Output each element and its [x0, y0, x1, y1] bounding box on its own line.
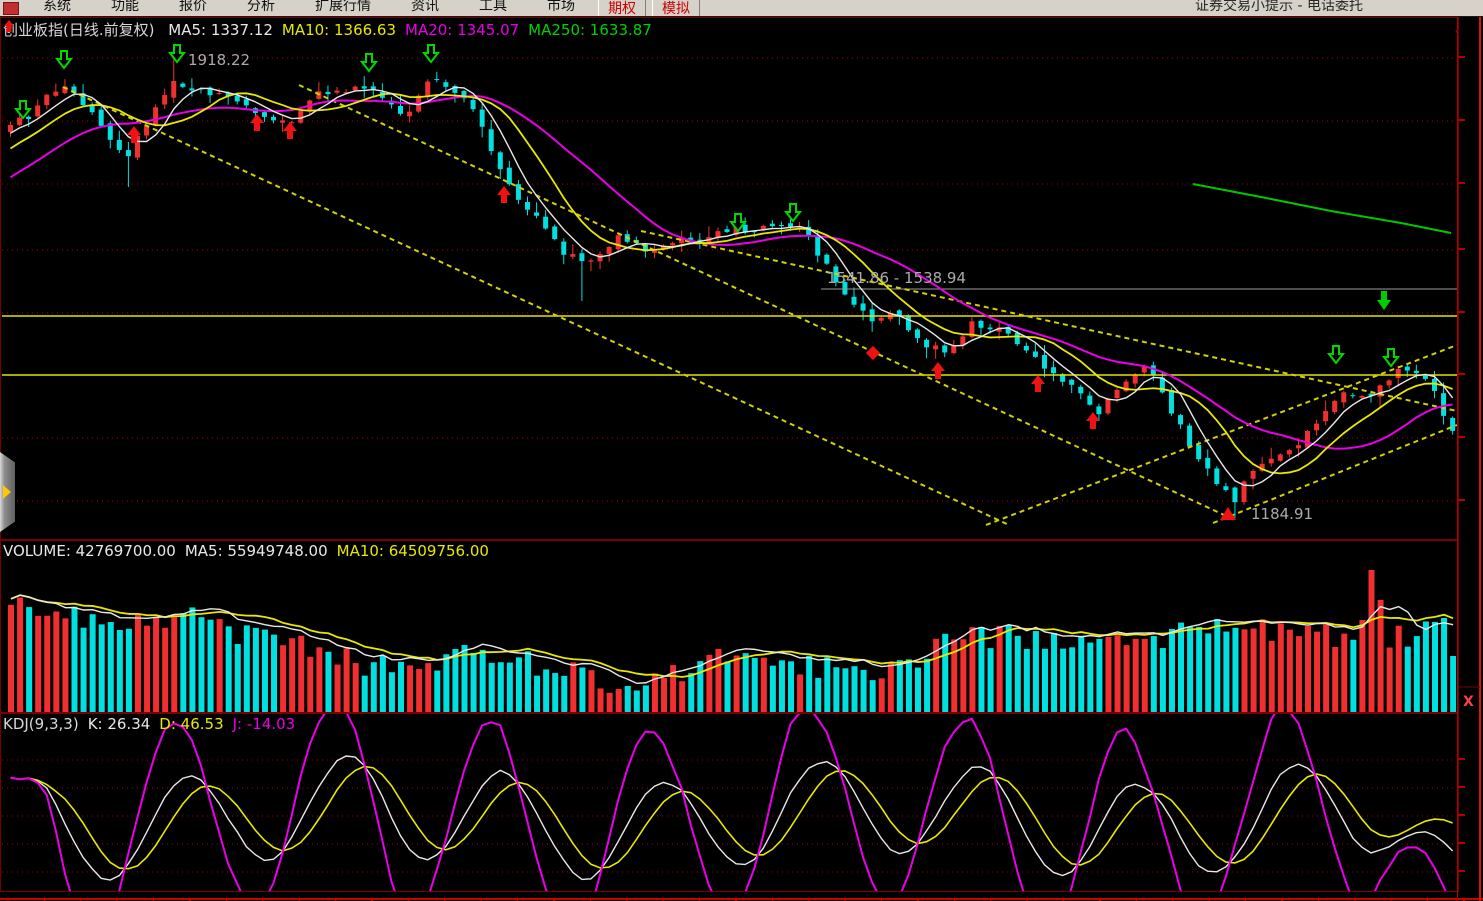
volume-chart [1, 541, 1458, 712]
buy-signal-arrow-icon [1031, 375, 1045, 392]
menu-item-3[interactable]: 报价 [159, 0, 227, 15]
menu-hot-items: 期权模拟 [595, 0, 703, 17]
price-label: 1918.22 [188, 51, 250, 69]
menu-item-4[interactable]: 分析 [227, 0, 295, 15]
price-label: 1184.91 [1251, 505, 1313, 523]
kdj-title-row: KDJ(9,3,3) K: 26.34 D: 46.53 J: -14.03 [3, 715, 313, 733]
volume-pane: VOLUME: 42769700.00 MA5: 55949748.00 MA10:… [0, 540, 1459, 713]
up-arrow-icon [3, 19, 15, 33]
sell-signal-arrow-icon [170, 45, 184, 62]
ma-label-2: MA10: 1366.63 [282, 21, 396, 39]
date-axis[interactable]: 45678910112010 [0, 892, 1483, 901]
volume-value-labels: VOLUME: 42769700.00 MA5: 55949748.00 MA10:… [3, 542, 498, 560]
main-gridlines [2, 58, 1457, 501]
menu-item-5[interactable]: 扩展行情 [295, 0, 391, 15]
buy-signal-arrow-icon [497, 186, 511, 203]
signal-arrows [16, 45, 1398, 520]
menu-row: 系统功能报价分析扩展行情资讯工具市场 期权模拟 证券交易小提示 - 电话委托 [0, 0, 1483, 17]
price-label: 1541.86 - 1538.94 [827, 269, 966, 287]
sell-signal-arrow-icon [1384, 349, 1398, 366]
volume-label-2: MA5: 55949748.00 [185, 542, 328, 560]
red-diamond-marker-icon [866, 346, 880, 360]
buy-signal-arrow-icon [250, 114, 264, 131]
kdj-j-line [11, 714, 1453, 891]
sell-signal-arrow-icon [1329, 346, 1343, 363]
indicator-close-button[interactable]: X [1463, 694, 1474, 710]
buy-signal-arrow-icon [931, 362, 945, 379]
down-marker-arrow-icon [1377, 291, 1391, 310]
menu-hot-item-1[interactable]: 期权 [598, 0, 646, 17]
ma250-line [1193, 184, 1451, 233]
menu-item-2[interactable]: 功能 [91, 0, 159, 15]
kdj-label-2: K: 26.34 [88, 715, 151, 733]
menu-item-7[interactable]: 工具 [459, 0, 527, 15]
main-title-row: 创业板指(日线.前复权) MA5: 1337.12MA10: 1366.63MA… [3, 19, 670, 40]
ma-label-1: MA5: 1337.12 [168, 21, 273, 39]
ma10-line [11, 93, 1453, 473]
kdj-chart [1, 714, 1458, 891]
buy-signal-arrow-icon [1086, 412, 1100, 429]
sell-signal-arrow-icon [786, 204, 800, 221]
sidebar-expand-tab[interactable] [0, 452, 15, 532]
expand-arrow-icon [3, 485, 11, 499]
kdj-value-labels: KDJ(9,3,3) K: 26.34 D: 46.53 J: -14.03 [3, 715, 304, 733]
price-axis-strip [1458, 17, 1480, 892]
chart-title: 创业板指(日线.前复权) [3, 21, 154, 39]
corner-icons-svg [1450, 25, 1459, 43]
kdj-pane: KDJ(9,3,3) K: 26.34 D: 46.53 J: -14.03 [0, 713, 1459, 892]
kdj-label-1: KDJ(9,3,3) [3, 715, 79, 733]
menubar-right-text: 证券交易小提示 - 电话委托 [1195, 0, 1363, 15]
volume-title-row: VOLUME: 42769700.00 MA5: 55949748.00 MA10:… [3, 542, 507, 560]
menu-bar: 系统功能报价分析扩展行情资讯工具市场 期权模拟 证券交易小提示 - 电话委托 [0, 0, 1483, 17]
app-logo-icon[interactable] [3, 2, 19, 15]
menu-item-6[interactable]: 资讯 [391, 0, 459, 15]
ma-value-labels: MA5: 1337.12 MA10: 1366.63 MA20: 1345.07 MA… [168, 21, 661, 39]
ma20-line [11, 96, 1453, 449]
menu-item-1[interactable]: 系统 [23, 0, 91, 15]
menu-items: 系统功能报价分析扩展行情资讯工具市场 [23, 0, 595, 15]
kdj-label-3: D: 46.53 [159, 715, 223, 733]
yellow-hlines [2, 316, 1457, 375]
sell-signal-arrow-icon [57, 51, 71, 68]
ma-label-4: MA250: 1633.87 [528, 21, 652, 39]
volume-label-3: MA10: 64509756.00 [337, 542, 489, 560]
volume-label-1: VOLUME: 42769700.00 [3, 542, 176, 560]
menu-hot-item-2[interactable]: 模拟 [652, 0, 700, 17]
ma-label-3: MA20: 1345.07 [405, 21, 519, 39]
kdj-gridlines [2, 760, 1457, 872]
trading-terminal: 系统功能报价分析扩展行情资讯工具市场 期权模拟 证券交易小提示 - 电话委托 1… [0, 0, 1483, 901]
main-chart-pane: 1918.22 1541.86 - 1538.94 1184.91 创业板指(日线.… [0, 17, 1459, 540]
sell-signal-arrow-icon [16, 101, 30, 118]
sell-signal-arrow-icon [424, 45, 438, 62]
menu-item-8[interactable]: 市场 [527, 0, 595, 15]
candlestick-chart: 1918.22 1541.86 - 1538.94 1184.91 [1, 18, 1458, 539]
sell-signal-arrow-icon [362, 54, 376, 71]
volume-bars [8, 570, 1456, 712]
kdj-label-4: J: -14.03 [233, 715, 296, 733]
buy-signal-arrow-icon [283, 122, 297, 139]
